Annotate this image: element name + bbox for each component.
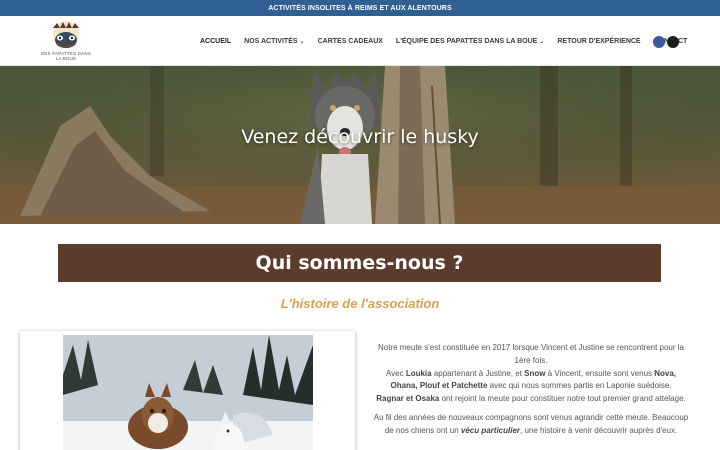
hero-title: Venez découvrir le husky bbox=[241, 126, 479, 148]
social-links bbox=[653, 36, 681, 48]
chevron-down-icon: ⌄ bbox=[539, 38, 545, 45]
nav-item-label: ACCUEIL bbox=[200, 37, 232, 45]
site-header: DES PAPATTES DANS LA BOUE ACCUEIL NOS AC… bbox=[0, 16, 720, 66]
nav-item-retour-experience[interactable]: RETOUR D'EXPÉRIENCE bbox=[557, 38, 640, 45]
nav-item-label: RETOUR D'EXPÉRIENCE bbox=[557, 37, 641, 45]
about-text-segment: Avec bbox=[385, 368, 406, 378]
announcement-text: ACTIVITÉS INSOLITES À REIMS ET AUX ALENT… bbox=[268, 4, 452, 12]
section-title: Qui sommes-nous ? bbox=[255, 252, 464, 274]
section-title-band: Qui sommes-nous ? bbox=[58, 244, 661, 282]
logo-line-2: LA BOUE bbox=[55, 56, 77, 61]
dog-names-ragnar-osaka: Ragnar et Osaka bbox=[376, 394, 440, 404]
huskies-in-snow-image bbox=[63, 335, 313, 450]
logo-dog-emblem-icon bbox=[53, 21, 79, 48]
about-text-segment: , une histoire à venir découvrir auprès … bbox=[520, 425, 678, 435]
pack-photo-card bbox=[20, 331, 355, 450]
about-text: Notre meute s'est constituée en 2017 lor… bbox=[372, 342, 690, 444]
logo-text: DES PAPATTES DANS LA BOUE bbox=[40, 51, 92, 61]
chevron-down-icon: ⌄ bbox=[299, 38, 305, 45]
nav-item-equipe[interactable]: L'ÉQUIPE DES PAPATTES DANS LA BOUE ⌄ bbox=[396, 38, 544, 45]
dog-name-loukia: Loukia bbox=[405, 368, 432, 378]
dog-name-snow: Snow bbox=[524, 368, 546, 378]
about-text-segment: à Vincent, ensuite sont venus bbox=[545, 368, 655, 378]
main-nav: ACCUEIL NOS ACTIVITÉS ⌄ CARTES CADEAUX L… bbox=[200, 16, 700, 66]
announcement-bar: ACTIVITÉS INSOLITES À REIMS ET AUX ALENT… bbox=[0, 0, 720, 16]
section-subtitle: L'histoire de l'association bbox=[280, 296, 440, 311]
pack-photo bbox=[63, 335, 313, 450]
site-logo[interactable]: DES PAPATTES DANS LA BOUE bbox=[40, 20, 92, 62]
about-paragraph-1: Notre meute s'est constituée en 2017 lor… bbox=[372, 342, 690, 406]
nav-item-label: NOS ACTIVITÉS bbox=[244, 37, 298, 45]
about-text-segment: Notre meute s'est constituée en 2017 lor… bbox=[377, 343, 684, 365]
nav-item-accueil[interactable]: ACCUEIL bbox=[200, 38, 231, 45]
hero-banner: Venez découvrir le husky bbox=[0, 66, 720, 224]
nav-item-nos-activites[interactable]: NOS ACTIVITÉS ⌄ bbox=[244, 38, 304, 45]
instagram-icon[interactable] bbox=[667, 36, 679, 48]
facebook-icon[interactable] bbox=[653, 36, 665, 48]
about-text-segment: ont rejoint la meute pour constituer not… bbox=[439, 394, 686, 404]
nav-item-cartes-cadeaux[interactable]: CARTES CADEAUX bbox=[318, 38, 383, 45]
about-text-segment: appartenant à Justine, et bbox=[431, 368, 525, 378]
about-text-segment: avec qui nous sommes partis en Laponie s… bbox=[487, 381, 672, 391]
nav-item-label: L'ÉQUIPE DES PAPATTES DANS LA BOUE bbox=[395, 37, 538, 45]
nav-item-label: CARTES CADEAUX bbox=[317, 37, 383, 45]
about-paragraph-2: Au fil des années de nouveaux compagnons… bbox=[372, 412, 690, 438]
emphasis-vecu-particulier: vécu particulier bbox=[460, 425, 521, 435]
